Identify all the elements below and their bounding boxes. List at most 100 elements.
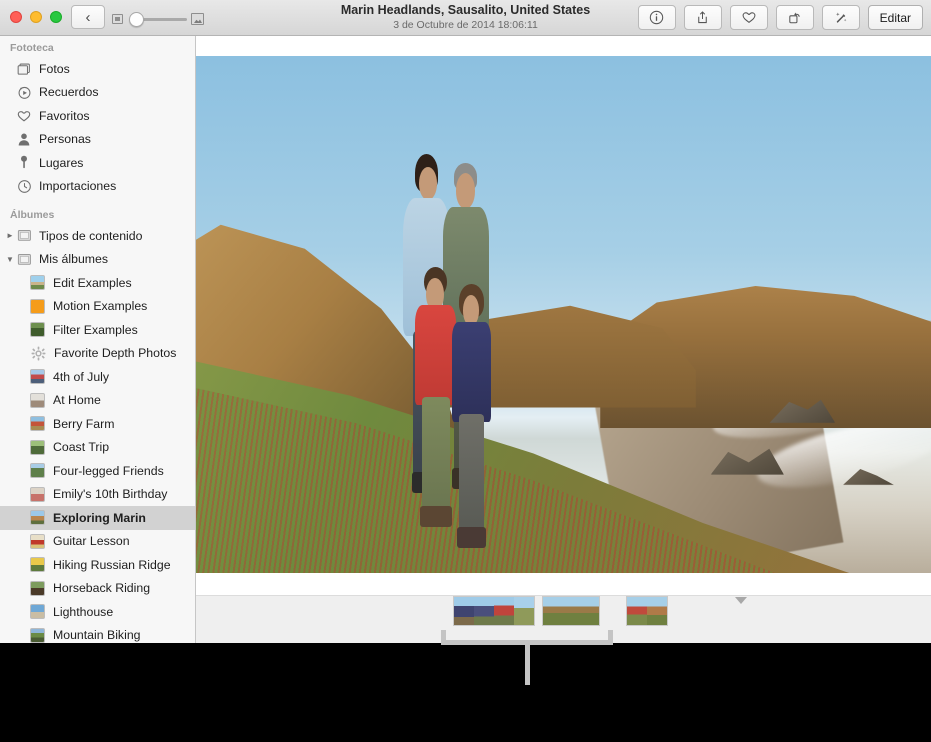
sidebar-item-importaciones[interactable]: Importaciones (0, 175, 195, 199)
filmstrip-thumbnail-selected[interactable] (543, 597, 599, 625)
sidebar-item-recuerdos[interactable]: Recuerdos (0, 81, 195, 105)
person-icon (16, 131, 32, 147)
filmstrip-thumbnail[interactable] (494, 597, 514, 625)
sidebar-album-four-legged-friends[interactable]: Four-legged Friends (0, 459, 195, 483)
info-icon (649, 10, 664, 25)
sidebar-item-fotos[interactable]: Fotos (0, 57, 195, 81)
filmstrip-thumbnail[interactable] (647, 597, 667, 625)
filmstrip-thumbnail[interactable] (627, 597, 647, 625)
album-label: Guitar Lesson (53, 534, 130, 549)
album-label: Lighthouse (53, 604, 114, 619)
heart-icon (742, 12, 756, 24)
album-label: Hiking Russian Ridge (53, 557, 171, 572)
album-label: Horseback Riding (53, 581, 151, 596)
sidebar-album-filter-examples[interactable]: Filter Examples (0, 318, 195, 342)
boy-legs (422, 397, 451, 515)
family-group (380, 154, 556, 573)
album-thumbnail (30, 486, 45, 502)
sidebar-album-favorite-depth-photos[interactable]: Favorite Depth Photos (0, 342, 195, 366)
share-icon (698, 11, 707, 24)
sidebar-header-albums: Álbumes (10, 209, 55, 221)
filmstrip-thumbnail[interactable] (474, 597, 494, 625)
boy-body (415, 304, 456, 406)
album-label: Edit Examples (53, 275, 132, 290)
sidebar-album-at-home[interactable]: At Home (0, 389, 195, 413)
sidebar-group-mis-albumes[interactable]: ▼ Mis álbumes (0, 248, 195, 272)
edit-button[interactable]: Editar (867, 5, 923, 30)
album-thumbnail (30, 439, 45, 455)
album-label: Favorite Depth Photos (54, 346, 177, 361)
album-thumbnail (30, 275, 45, 291)
smart-album-gear-icon (30, 345, 46, 361)
sidebar-album-lighthouse[interactable]: Lighthouse (0, 600, 195, 624)
album-thumbnail (30, 416, 45, 432)
album-label: Motion Examples (53, 299, 148, 314)
album-label: Emily's 10th Birthday (53, 487, 168, 502)
sidebar-item-label: Personas (39, 132, 91, 147)
thumbnail-group-1[interactable] (453, 596, 535, 626)
sidebar-item-label: Lugares (39, 155, 84, 170)
album-thumbnail (30, 298, 45, 314)
chevron-down-icon[interactable]: ▼ (4, 255, 16, 264)
enhance-button[interactable] (821, 5, 860, 30)
sidebar-album-motion-examples[interactable]: Motion Examples (0, 295, 195, 319)
sidebar-item-lugares[interactable]: Lugares (0, 151, 195, 175)
current-photo-pointer-icon (735, 597, 747, 604)
sidebar-group-tipos-de-contenido[interactable]: ► Tipos de contenido (0, 224, 195, 248)
sidebar-group-label: Mis álbumes (39, 252, 109, 267)
thumbnail-group-3[interactable] (626, 596, 668, 626)
folder-icon (16, 228, 32, 244)
rotate-button[interactable] (775, 5, 814, 30)
main-photo[interactable] (196, 56, 931, 573)
photo-viewer[interactable] (196, 36, 931, 595)
album-label: At Home (53, 393, 101, 408)
album-thumbnail (30, 580, 45, 596)
album-thumbnail (30, 627, 45, 643)
sidebar-header-library: Fototeca (10, 42, 54, 54)
sidebar[interactable]: Fototeca Fotos Recuerdos Favoritos Perso… (0, 36, 196, 643)
album-thumbnail (30, 533, 45, 549)
memories-icon (16, 84, 32, 100)
mother-head (418, 166, 438, 201)
sidebar-album-berry-farm[interactable]: Berry Farm (0, 412, 195, 436)
filmstrip-thumbnail[interactable] (514, 597, 534, 625)
sidebar-album-guitar-lesson[interactable]: Guitar Lesson (0, 530, 195, 554)
filmstrip[interactable] (196, 595, 931, 643)
sidebar-album-exploring-marin[interactable]: Exploring Marin (0, 506, 195, 530)
sidebar-item-label: Fotos (39, 61, 70, 76)
sidebar-item-personas[interactable]: Personas (0, 128, 195, 152)
album-label: Mountain Biking (53, 628, 141, 643)
album-thumbnail (30, 392, 45, 408)
toolbar-actions: Editar (637, 5, 923, 30)
album-thumbnail (30, 604, 45, 620)
rotate-icon (789, 12, 800, 24)
sidebar-album-emilys-10th-birthday[interactable]: Emily's 10th Birthday (0, 483, 195, 507)
sidebar-item-favoritos[interactable]: Favoritos (0, 104, 195, 128)
sidebar-album-edit-examples[interactable]: Edit Examples (0, 271, 195, 295)
chevron-right-icon[interactable]: ► (4, 231, 16, 240)
callout-stem (525, 645, 530, 685)
album-label: Exploring Marin (53, 510, 146, 525)
photos-icon (16, 61, 32, 77)
info-button[interactable] (637, 5, 676, 30)
album-label: Berry Farm (53, 416, 115, 431)
thumbnail-group-2[interactable] (542, 596, 600, 626)
favorite-button[interactable] (729, 5, 768, 30)
father-head (455, 173, 475, 209)
share-button[interactable] (683, 5, 722, 30)
boy-shoes (420, 505, 453, 527)
filmstrip-thumbnail[interactable] (454, 597, 474, 625)
sidebar-album-4th-of-july[interactable]: 4th of July (0, 365, 195, 389)
album-label: Coast Trip (53, 440, 110, 455)
edit-button-label: Editar (879, 10, 911, 25)
album-thumbnail (30, 322, 45, 338)
sidebar-album-coast-trip[interactable]: Coast Trip (0, 436, 195, 460)
album-thumbnail (30, 463, 45, 479)
screen: ‹ Marin Headlands, Sausalito, United Sta… (0, 0, 931, 742)
sidebar-album-hiking-russian-ridge[interactable]: Hiking Russian Ridge (0, 553, 195, 577)
girl-body (452, 321, 491, 423)
sidebar-album-mountain-biking[interactable]: Mountain Biking (0, 624, 195, 644)
clock-icon (16, 178, 32, 194)
sidebar-album-horseback-riding[interactable]: Horseback Riding (0, 577, 195, 601)
album-label: Filter Examples (53, 322, 138, 337)
